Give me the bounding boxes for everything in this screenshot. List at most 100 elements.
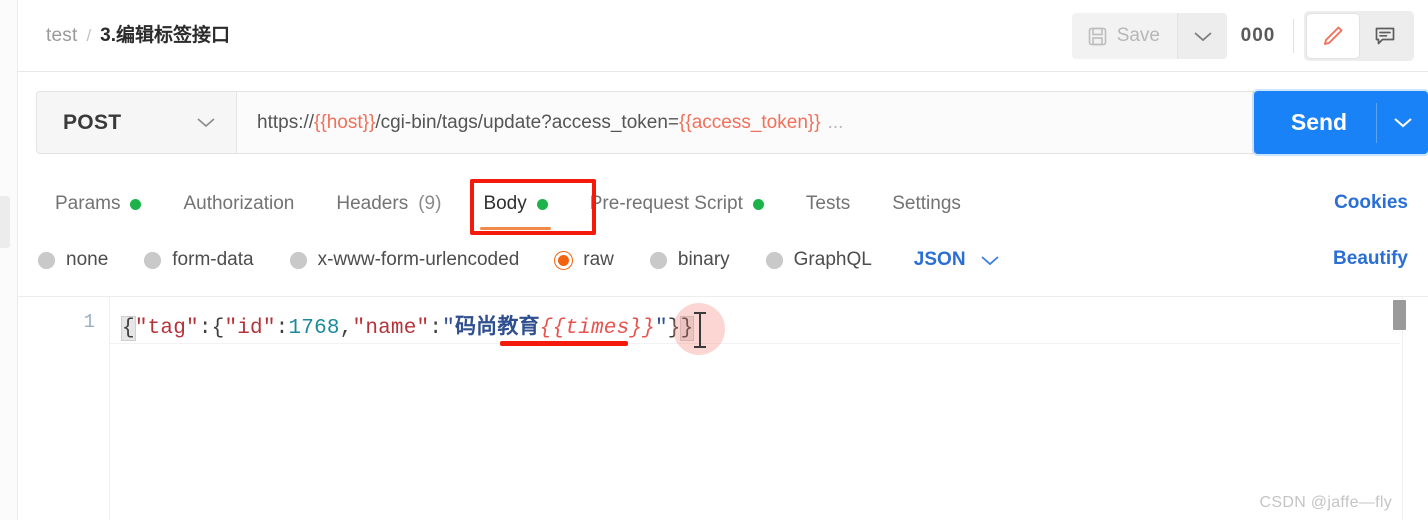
url-bar: POST https://{{host}}/cgi-bin/tags/updat… xyxy=(36,91,1256,154)
raw-format-select[interactable]: JSON xyxy=(914,249,1000,271)
tab-pre-request-script[interactable]: Pre-request Script xyxy=(569,176,785,232)
option-label: binary xyxy=(677,249,730,270)
tab-params[interactable]: Params xyxy=(34,176,162,232)
text-cursor-ibeam-icon xyxy=(694,312,706,348)
watermark: CSDN @jaffe—fly xyxy=(1259,494,1392,511)
tab-headers[interactable]: Headers (9) xyxy=(315,176,462,232)
tab-tests[interactable]: Tests xyxy=(785,176,871,232)
header-divider xyxy=(1293,19,1294,53)
token-variable-times: {{times}} xyxy=(539,317,655,340)
postman-request-pane: test / 3.编辑标签接口 Save 000 POST https:// {… xyxy=(0,0,1428,520)
token-colon: : xyxy=(198,317,212,340)
line-number: 1 xyxy=(83,311,95,333)
radio-icon-selected xyxy=(555,251,573,269)
tab-label: Headers xyxy=(336,193,409,214)
breadcrumb-separator: / xyxy=(86,26,92,45)
url-ellipsis: ... xyxy=(827,111,844,133)
status-dot-icon xyxy=(536,198,548,210)
token-key-name: "name" xyxy=(352,317,430,340)
radio-icon xyxy=(649,251,667,269)
chevron-down-icon xyxy=(1193,30,1213,43)
url-token-variable: {{access_token}} xyxy=(679,111,821,133)
token-colon: : xyxy=(275,317,289,340)
page-title: 3.编辑标签接口 xyxy=(100,25,231,46)
tab-label: Pre-request Script xyxy=(589,193,743,214)
raw-format-label: JSON xyxy=(913,249,966,270)
url-bar-row: POST https://{{host}}/cgi-bin/tags/updat… xyxy=(18,72,1428,176)
token-quote-open: " xyxy=(442,317,455,340)
tab-label: Authorization xyxy=(183,193,295,214)
code-line-1[interactable]: {"tag":{"id":1768,"name":"码尚教育{{times}}"… xyxy=(121,311,695,344)
tab-label: Body xyxy=(483,193,527,214)
body-type-none[interactable]: none xyxy=(38,249,128,271)
send-button[interactable]: Send xyxy=(1254,91,1428,154)
token-brace-open-inner: { xyxy=(211,317,225,340)
radio-icon xyxy=(289,251,307,269)
save-label: Save xyxy=(1116,25,1160,46)
token-key-tag: "tag" xyxy=(134,317,199,340)
body-type-binary[interactable]: binary xyxy=(649,249,750,271)
token-string-value: 码尚教育 xyxy=(454,314,540,338)
header-actions: Save 000 xyxy=(1071,11,1414,61)
editor-gutter: 1 xyxy=(18,297,110,520)
method-select[interactable]: POST xyxy=(37,92,237,153)
request-tabs: Params Authorization Headers (9) Body Pr… xyxy=(34,176,982,232)
tab-label: Settings xyxy=(892,193,961,214)
token-number-id: 1768 xyxy=(288,317,340,340)
view-mode-group xyxy=(1304,11,1414,61)
scrollbar-thumb[interactable] xyxy=(1393,300,1406,330)
send-options-button[interactable] xyxy=(1376,102,1428,143)
token-quote-close: " xyxy=(654,317,668,340)
token-brace-open: { xyxy=(121,316,136,341)
chevron-down-icon xyxy=(196,116,216,129)
headers-count: (9) xyxy=(418,193,442,214)
body-type-x-www-form-urlencoded[interactable]: x-www-form-urlencoded xyxy=(289,249,540,271)
tab-settings[interactable]: Settings xyxy=(871,176,982,232)
editor-vertical-scrollbar[interactable] xyxy=(1393,297,1418,520)
chevron-down-icon xyxy=(980,254,1000,267)
body-type-form-data[interactable]: form-data xyxy=(144,249,273,271)
annotation-underline xyxy=(500,341,628,346)
body-type-options: none form-data x-www-form-urlencoded raw… xyxy=(38,232,1000,288)
chevron-down-icon xyxy=(1393,116,1413,129)
pencil-icon xyxy=(1321,24,1345,48)
comments-button[interactable] xyxy=(1359,14,1411,58)
token-key-id: "id" xyxy=(224,317,276,340)
tab-label: Params xyxy=(55,193,121,214)
radio-icon xyxy=(38,251,55,269)
radio-icon xyxy=(765,251,783,269)
save-options-button[interactable] xyxy=(1177,13,1227,59)
floppy-disk-icon xyxy=(1087,26,1108,47)
radio-icon xyxy=(144,251,162,269)
edit-mode-button[interactable] xyxy=(1307,14,1359,58)
tab-body[interactable]: Body xyxy=(462,176,568,232)
breadcrumb: test / 3.编辑标签接口 xyxy=(46,20,230,47)
body-type-row: none form-data x-www-form-urlencoded raw… xyxy=(18,232,1428,288)
url-prefix: https:// xyxy=(257,111,315,133)
url-host-variable: {{host}} xyxy=(314,111,376,133)
request-tabs-row: Params Authorization Headers (9) Body Pr… xyxy=(18,176,1428,235)
tab-label: Tests xyxy=(805,193,851,214)
beautify-link[interactable]: Beautify xyxy=(1333,248,1408,270)
option-label: GraphQL xyxy=(793,249,872,270)
tab-authorization[interactable]: Authorization xyxy=(162,176,315,232)
save-button[interactable]: Save xyxy=(1071,13,1177,59)
request-header: test / 3.编辑标签接口 Save 000 xyxy=(18,0,1428,72)
option-label: form-data xyxy=(172,249,254,270)
option-label: x-www-form-urlencoded xyxy=(317,249,520,270)
status-dot-icon xyxy=(130,198,142,210)
cookies-link[interactable]: Cookies xyxy=(1334,192,1408,214)
body-type-graphql[interactable]: GraphQL xyxy=(765,249,892,271)
url-input[interactable]: https://{{host}}/cgi-bin/tags/update?acc… xyxy=(237,92,1255,153)
status-dot-icon xyxy=(752,198,764,210)
body-type-raw[interactable]: raw xyxy=(555,249,634,271)
sidebar-resize-handle[interactable] xyxy=(0,196,10,248)
token-colon: : xyxy=(429,317,443,340)
method-label: POST xyxy=(63,110,122,134)
option-label: raw xyxy=(583,249,614,270)
more-actions-button[interactable]: 000 xyxy=(1227,13,1289,59)
url-path: /cgi-bin/tags/update?access_token= xyxy=(375,111,680,133)
left-sidebar-rail xyxy=(0,0,18,520)
option-label: none xyxy=(66,249,109,270)
breadcrumb-collection[interactable]: test xyxy=(46,25,77,47)
